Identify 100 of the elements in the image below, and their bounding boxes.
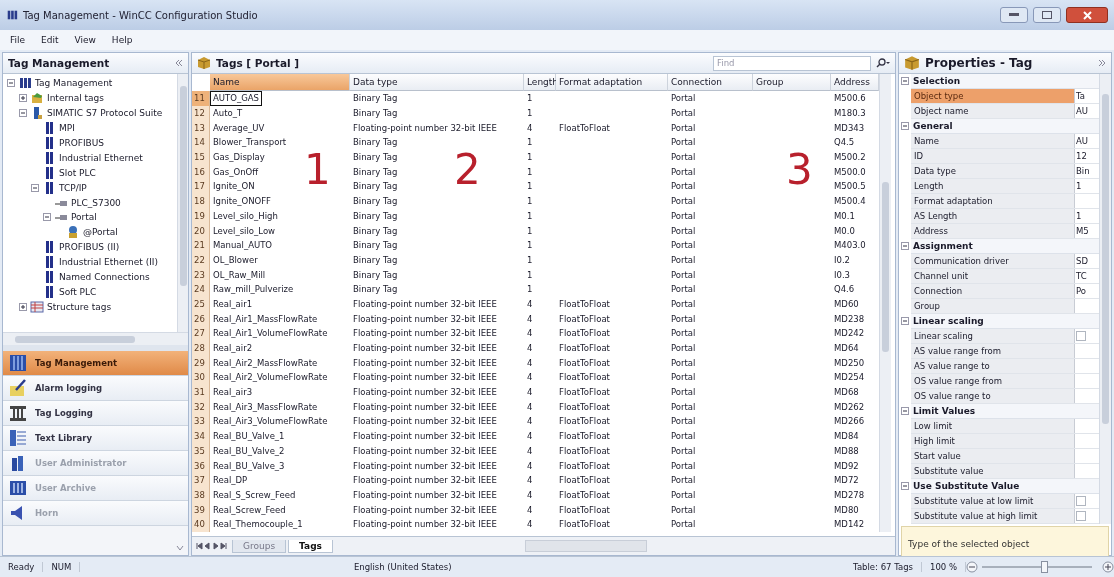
collapse-icon[interactable] xyxy=(901,482,909,490)
checkbox[interactable] xyxy=(1076,331,1086,341)
tree-item[interactable]: Industrial Ethernet (II) xyxy=(59,257,159,268)
search-icon[interactable] xyxy=(876,58,890,68)
collapse-panel-icon[interactable] xyxy=(175,59,183,67)
row-number[interactable]: 27 xyxy=(192,326,210,341)
sheet-navigation-icon[interactable] xyxy=(196,542,230,550)
property-name[interactable]: OS value range to xyxy=(911,389,1075,403)
tree-item[interactable]: TCP/IP xyxy=(59,182,87,193)
scrollbar[interactable] xyxy=(177,74,188,332)
property-value[interactable]: 1 xyxy=(1076,181,1082,191)
close-button[interactable] xyxy=(1066,7,1108,23)
tree-item[interactable]: Slot PLC xyxy=(59,167,96,178)
column-header[interactable]: Connection xyxy=(668,74,753,91)
column-header[interactable]: Group xyxy=(753,74,831,91)
column-header[interactable]: Name xyxy=(210,74,350,91)
tree-item[interactable]: PLC_S7300 xyxy=(71,197,121,208)
row-number[interactable]: 32 xyxy=(192,399,210,415)
property-name[interactable]: Low limit xyxy=(911,419,1075,433)
property-value[interactable]: Po xyxy=(1076,286,1087,296)
sheet-tab[interactable]: Tags xyxy=(288,539,333,553)
checkbox[interactable] xyxy=(1076,496,1086,506)
zoom-out-icon[interactable] xyxy=(966,561,978,573)
tree-item[interactable]: PROFIBUS xyxy=(59,138,105,148)
sheet-tab[interactable]: Groups xyxy=(232,539,287,553)
minimize-button[interactable] xyxy=(1000,7,1028,23)
row-number[interactable]: 33 xyxy=(192,414,210,429)
property-name[interactable]: Object type xyxy=(911,89,1075,103)
zoom-in-icon[interactable] xyxy=(1102,561,1114,573)
row-number[interactable]: 23 xyxy=(192,267,210,282)
row-number[interactable]: 39 xyxy=(192,502,210,517)
property-name[interactable]: Address xyxy=(911,224,1075,238)
row-number[interactable]: 20 xyxy=(192,223,210,238)
editor-tab[interactable]: Text Library xyxy=(3,426,188,451)
property-name[interactable]: ID xyxy=(911,149,1075,163)
property-name[interactable]: Name xyxy=(911,134,1075,148)
property-name[interactable]: Data type xyxy=(911,164,1075,178)
tree-item[interactable]: Portal xyxy=(71,212,97,223)
row-number[interactable]: 16 xyxy=(192,164,210,180)
property-name[interactable]: Channel unit xyxy=(911,269,1075,283)
property-name[interactable]: Group xyxy=(911,299,1075,313)
property-value[interactable]: 1 xyxy=(1076,211,1082,221)
column-header[interactable]: Format adaptation xyxy=(556,74,668,91)
editor-tab[interactable]: Alarm logging xyxy=(3,376,188,401)
property-name[interactable]: Linear scaling xyxy=(911,329,1075,343)
property-name[interactable]: Substitute value xyxy=(911,464,1075,478)
property-value[interactable]: 12 xyxy=(1076,151,1087,161)
tree-item[interactable]: MPI xyxy=(59,123,75,134)
collapse-icon[interactable] xyxy=(901,407,909,415)
row-number[interactable]: 29 xyxy=(192,355,210,371)
menu-item[interactable]: Edit xyxy=(39,34,61,46)
scrollbar[interactable] xyxy=(1099,74,1111,524)
property-name[interactable]: Length xyxy=(911,179,1075,193)
property-name[interactable]: AS value range from xyxy=(911,344,1075,358)
property-name[interactable]: Object name xyxy=(911,104,1075,118)
row-number[interactable]: 30 xyxy=(192,370,210,385)
collapse-icon[interactable] xyxy=(901,122,909,130)
editor-tab[interactable]: Tag Management xyxy=(3,351,188,376)
column-header[interactable]: Address xyxy=(831,74,879,91)
expand-icon[interactable] xyxy=(19,302,27,311)
property-name[interactable]: Start value xyxy=(911,449,1075,463)
expand-icon[interactable] xyxy=(19,94,27,103)
property-value[interactable]: SD xyxy=(1076,256,1088,266)
row-number[interactable]: 26 xyxy=(192,311,210,326)
property-value[interactable]: Ta xyxy=(1076,91,1085,101)
scrollbar[interactable] xyxy=(3,332,188,345)
tree-item[interactable]: Tag Management xyxy=(35,78,113,89)
caret-icon[interactable] xyxy=(176,545,184,551)
tree-item[interactable]: Soft PLC xyxy=(59,286,97,297)
collapse-icon[interactable] xyxy=(7,79,15,88)
tree-item[interactable]: Internal tags xyxy=(47,93,104,104)
column-header[interactable]: Data type xyxy=(350,74,524,91)
tree-item[interactable]: SIMATIC S7 Protocol Suite xyxy=(47,108,163,119)
property-name[interactable]: Connection xyxy=(911,284,1075,298)
property-value[interactable]: TC xyxy=(1076,271,1087,281)
property-value[interactable]: AU xyxy=(1076,106,1089,116)
property-name[interactable]: Format adaptation xyxy=(911,194,1075,208)
row-number[interactable]: 11 xyxy=(192,91,210,106)
property-name[interactable]: OS value range from xyxy=(911,374,1075,388)
collapse-icon[interactable] xyxy=(901,77,909,85)
property-name[interactable]: AS Length xyxy=(911,209,1075,223)
expand-panel-icon[interactable] xyxy=(1098,59,1106,67)
property-name[interactable]: Substitute value at high limit xyxy=(911,509,1075,523)
collapse-icon[interactable] xyxy=(19,109,27,118)
property-name[interactable]: AS value range to xyxy=(911,359,1075,373)
property-name[interactable]: High limit xyxy=(911,434,1075,448)
menu-item[interactable]: File xyxy=(8,34,28,46)
menu-item[interactable]: View xyxy=(72,34,98,46)
collapse-icon[interactable] xyxy=(901,242,909,250)
editor-tab[interactable]: Tag Logging xyxy=(3,401,188,426)
scrollbar[interactable] xyxy=(879,74,891,532)
property-value[interactable]: M5 xyxy=(1076,226,1089,236)
slider-thumb[interactable] xyxy=(1040,561,1048,573)
row-number[interactable]: 17 xyxy=(192,179,210,194)
menu-item[interactable]: Help xyxy=(109,34,135,46)
collapse-icon[interactable] xyxy=(31,183,39,192)
property-value[interactable]: Bin xyxy=(1076,166,1090,176)
tree-item[interactable]: Structure tags xyxy=(47,301,112,312)
row-number[interactable]: 36 xyxy=(192,458,210,473)
tree-item[interactable]: PROFIBUS (II) xyxy=(59,242,120,253)
